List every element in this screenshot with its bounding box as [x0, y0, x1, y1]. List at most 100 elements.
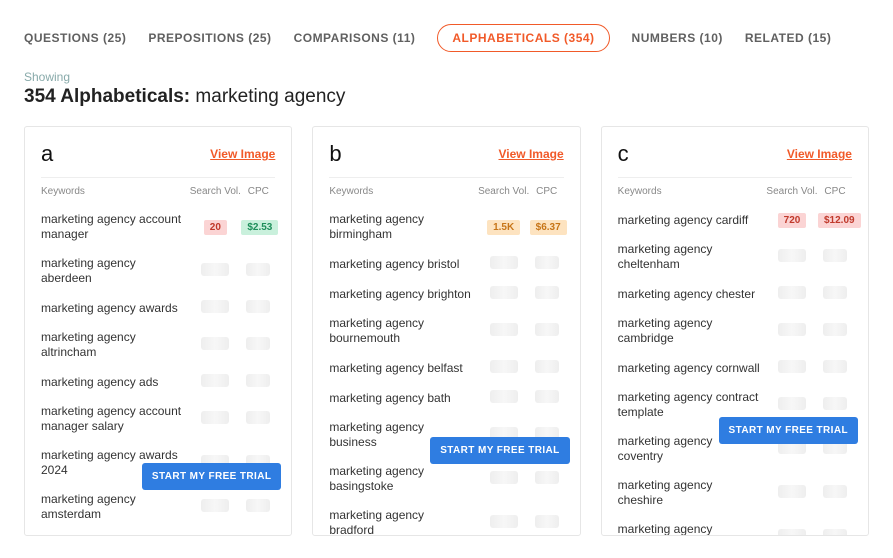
keyword-row: marketing agency cambridge	[618, 309, 852, 353]
blurred-value	[778, 323, 806, 336]
cpc-cell	[241, 411, 275, 427]
blurred-value	[823, 323, 847, 336]
cpc-cell	[818, 529, 852, 536]
tab-alphabeticals[interactable]: ALPHABETICALS (354)	[437, 24, 609, 52]
search-vol-badge: 20	[204, 220, 227, 235]
search-vol-cell	[478, 471, 530, 487]
search-vol-cell	[189, 337, 241, 353]
cpc-cell	[530, 360, 564, 376]
keyword-text: marketing agency aberdeen	[41, 256, 189, 286]
column-headers: KeywordsSearch Vol.CPC	[329, 186, 563, 197]
tab-prepositions[interactable]: PREPOSITIONS (25)	[148, 31, 271, 45]
keyword-text: marketing agency account manager	[41, 212, 189, 242]
view-image-link[interactable]: View Image	[787, 147, 852, 161]
cpc-cell	[530, 390, 564, 406]
results-header: Showing 354 Alphabeticals: marketing age…	[0, 70, 893, 126]
tab-numbers[interactable]: NUMBERS (10)	[632, 31, 723, 45]
blurred-value	[823, 485, 847, 498]
search-vol-cell	[478, 256, 530, 272]
col-keywords: Keywords	[41, 186, 189, 197]
column-headers: KeywordsSearch Vol.CPC	[618, 186, 852, 197]
cpc-cell	[818, 360, 852, 376]
blurred-value	[823, 286, 847, 299]
view-image-link[interactable]: View Image	[499, 147, 564, 161]
search-vol-cell	[478, 360, 530, 376]
keyword-row: marketing agency cornwall	[618, 353, 852, 383]
card-letter: a	[41, 141, 53, 167]
search-vol-cell	[189, 300, 241, 316]
blurred-value	[535, 256, 559, 269]
keyword-row: marketing agency account manager jobs	[41, 529, 275, 536]
start-free-trial-button[interactable]: START MY FREE TRIAL	[430, 437, 569, 464]
showing-label: Showing	[24, 70, 869, 84]
keyword-row: marketing agency bradford	[329, 501, 563, 536]
cpc-cell	[818, 249, 852, 265]
blurred-value	[246, 337, 270, 350]
keyword-row: marketing agency account manager20$2.53	[41, 205, 275, 249]
cards-container: a View Image KeywordsSearch Vol.CPC marketi…	[0, 126, 893, 536]
search-vol-cell	[189, 374, 241, 390]
cpc-cell: $12.09	[818, 212, 852, 228]
cpc-cell	[818, 397, 852, 413]
cpc-cell	[530, 471, 564, 487]
search-vol-cell: 20	[189, 219, 241, 235]
keyword-row: marketing agency bristol	[329, 249, 563, 279]
card-head: a View Image	[41, 141, 275, 178]
card-c: cView ImageKeywordsSearch Vol.CPCmarketi…	[601, 126, 869, 536]
search-vol-cell	[766, 485, 818, 501]
blurred-value	[201, 263, 229, 276]
cpc-cell	[530, 515, 564, 531]
card-a: aView ImageKeywordsSearch Vol.CPCmarketi…	[24, 126, 292, 536]
blurred-value	[778, 286, 806, 299]
view-image-link[interactable]: View Image	[210, 147, 275, 161]
tab-questions[interactable]: QUESTIONS (25)	[24, 31, 126, 45]
tab-related[interactable]: RELATED (15)	[745, 31, 831, 45]
blurred-value	[535, 390, 559, 403]
search-vol-cell	[766, 360, 818, 376]
start-free-trial-button[interactable]: START MY FREE TRIAL	[142, 463, 281, 490]
keyword-text: marketing agency belfast	[329, 361, 477, 376]
keyword-row: marketing agency cheltenham	[618, 235, 852, 279]
col-keywords: Keywords	[618, 186, 766, 197]
cpc-badge: $6.37	[530, 220, 567, 235]
keyword-text: marketing agency bournemouth	[329, 316, 477, 346]
search-vol-cell	[478, 390, 530, 406]
blurred-value	[490, 256, 518, 269]
keyword-text: marketing agency cheshire	[618, 478, 766, 508]
search-vol-cell	[189, 411, 241, 427]
card-letter: b	[329, 141, 341, 167]
search-vol-cell	[189, 499, 241, 515]
cpc-cell	[241, 499, 275, 515]
blurred-value	[490, 286, 518, 299]
keyword-row: marketing agency bath	[329, 383, 563, 413]
blurred-value	[823, 529, 847, 536]
keyword-row: marketing agency awards	[41, 293, 275, 323]
card-b: b View Image KeywordsSearch Vol.CPC marketi…	[312, 126, 580, 536]
keyword-text: marketing agency amsterdam	[41, 492, 189, 522]
blurred-value	[246, 499, 270, 512]
cpc-cell: $6.37	[530, 219, 564, 235]
search-vol-cell: 1.5K	[478, 219, 530, 235]
blurred-value	[823, 249, 847, 262]
start-free-trial-button[interactable]: START MY FREE TRIAL	[719, 417, 858, 444]
keyword-text: marketing agency basingstoke	[329, 464, 477, 494]
keyword-row: marketing agency account manager salary	[41, 397, 275, 441]
cpc-cell	[818, 286, 852, 302]
results-count: 354 Alphabeticals:	[24, 86, 190, 107]
keyword-row: marketing agency bournemouth	[329, 309, 563, 353]
keyword-text: marketing agency brighton	[329, 287, 477, 302]
blurred-value	[778, 485, 806, 498]
blurred-value	[778, 249, 806, 262]
tab-comparisons[interactable]: COMPARISONS (11)	[294, 31, 416, 45]
keyword-text: marketing agency ads	[41, 375, 189, 390]
tabs-nav: QUESTIONS (25) PREPOSITIONS (25) COMPARISO…	[0, 0, 893, 70]
keyword-text: marketing agency bradford	[329, 508, 477, 536]
search-vol-cell	[478, 323, 530, 339]
keyword-row: marketing agency aberdeen	[41, 249, 275, 293]
keyword-row: marketing agency cardiff720$12.09	[618, 205, 852, 235]
search-vol-cell: 720	[766, 212, 818, 228]
results-query: marketing agency	[195, 86, 345, 107]
keyword-text: marketing agency cheltenham	[618, 242, 766, 272]
blurred-value	[535, 515, 559, 528]
blurred-value	[246, 374, 270, 387]
